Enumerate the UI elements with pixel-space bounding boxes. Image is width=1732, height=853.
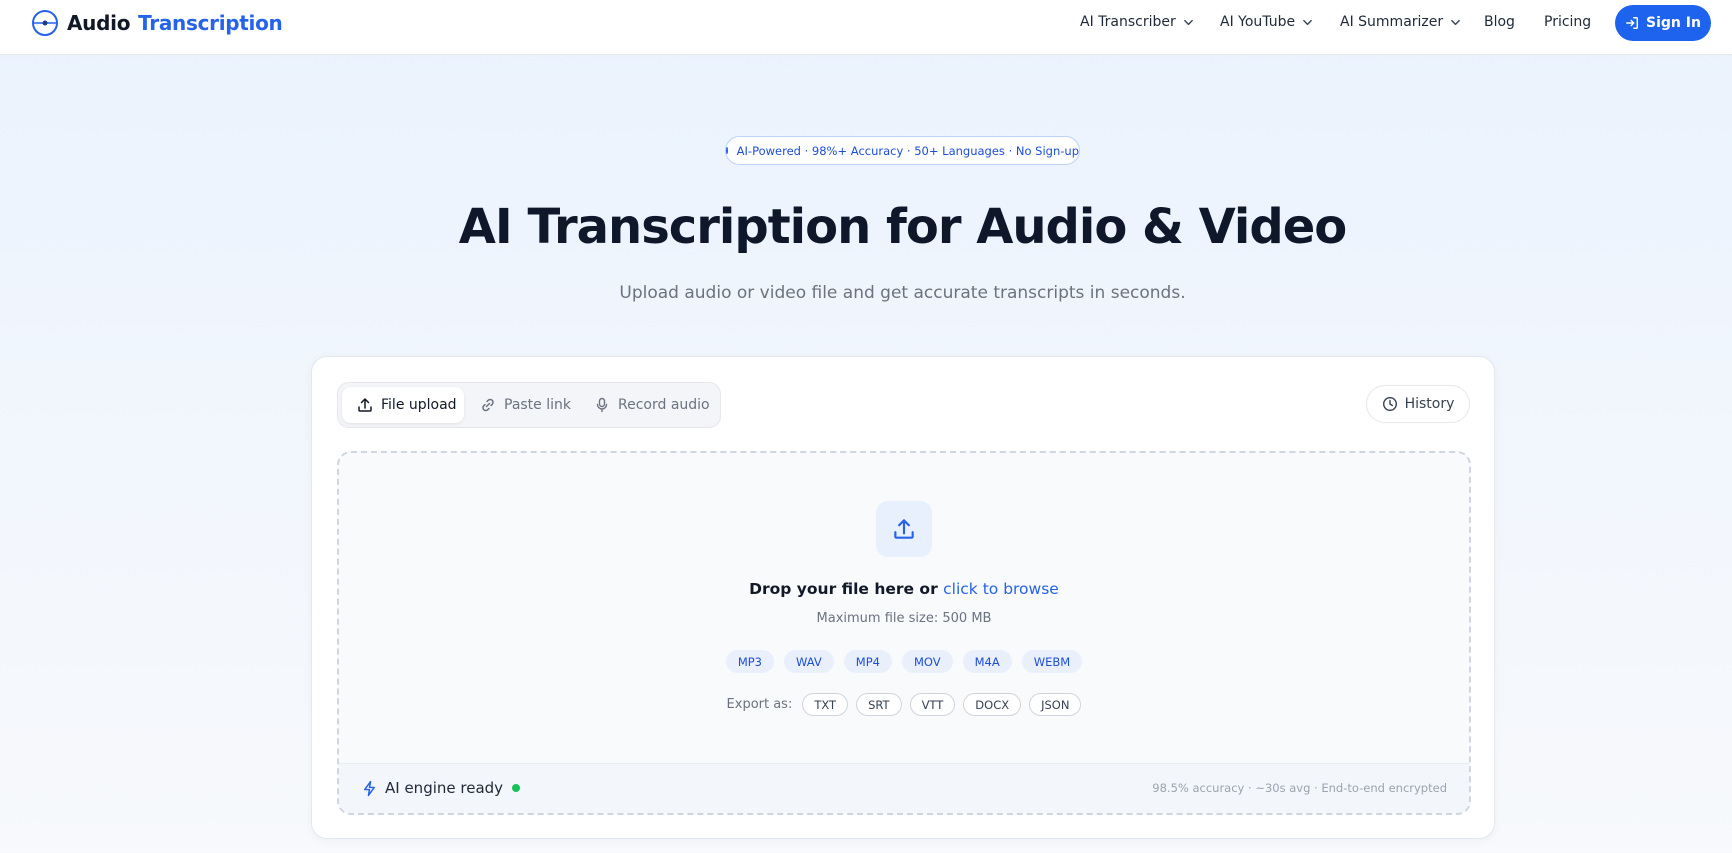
- ready-indicator: [512, 784, 521, 792]
- nav-ai-transcriber[interactable]: AI Transcriber: [1080, 12, 1194, 32]
- nav-label: Pricing: [1544, 14, 1592, 30]
- history-button[interactable]: History: [1366, 385, 1470, 423]
- drop-instructions: Drop your file here or click to browse: [339, 580, 1469, 598]
- microphone-icon: [594, 397, 618, 413]
- page-subtitle: Upload audio or video file and get accur…: [619, 283, 1186, 303]
- nav-blog[interactable]: Blog: [1484, 12, 1515, 32]
- nav-ai-youtube[interactable]: AI YouTube: [1220, 12, 1313, 32]
- logo-text-audio: Audio: [67, 11, 131, 35]
- format-tag: MP4: [843, 650, 892, 673]
- logo-text-transcription: Transcription: [138, 11, 283, 35]
- nav-label: AI Summarizer: [1340, 14, 1444, 30]
- export-label: Export as:: [726, 697, 793, 712]
- transcription-card: File upload Paste link Record audio Hist…: [311, 356, 1495, 839]
- export-tag: SRT: [856, 693, 902, 716]
- feature-badge: AI-Powered · 98%+ Accuracy · 50+ Languag…: [725, 136, 1080, 165]
- nav-pricing[interactable]: Pricing: [1544, 12, 1591, 32]
- nav-label: AI Transcriber: [1080, 14, 1176, 30]
- nav-label: AI YouTube: [1220, 14, 1296, 30]
- tab-record-audio[interactable]: Record audio: [594, 387, 710, 423]
- format-tag: M4A: [962, 650, 1012, 673]
- export-tag: JSON: [1029, 693, 1082, 716]
- export-tag: TXT: [802, 693, 849, 716]
- sign-in-button[interactable]: Sign In: [1615, 5, 1711, 41]
- input-mode-tabs: File upload Paste link Record audio: [337, 382, 721, 428]
- engine-label: AI engine ready: [385, 779, 504, 797]
- sign-in-label: Sign In: [1646, 15, 1701, 31]
- browse-link[interactable]: click to browse: [943, 580, 1059, 598]
- export-tag: DOCX: [963, 693, 1022, 716]
- clock-icon: [1382, 396, 1405, 412]
- status-bar: AI engine ready 98.5% accuracy · ~30s av…: [339, 763, 1469, 813]
- upload-button[interactable]: [876, 501, 932, 557]
- logo-icon: [31, 9, 59, 37]
- engine-status: AI engine ready: [361, 778, 521, 798]
- tab-file-upload[interactable]: File upload: [342, 387, 464, 423]
- login-icon: [1625, 16, 1646, 30]
- max-file-size: Maximum file size: 500 MB: [816, 611, 992, 626]
- format-tag: MOV: [901, 650, 953, 673]
- lightning-icon: [361, 780, 385, 797]
- nav-label: Blog: [1484, 14, 1515, 30]
- format-tag: WAV: [784, 650, 834, 673]
- tab-label: Record audio: [618, 397, 710, 413]
- file-dropzone[interactable]: Drop your file here or click to browse M…: [337, 451, 1471, 815]
- top-navbar: Audio Transcription AI Transcriber AI You…: [0, 0, 1732, 55]
- supported-formats: MP3 WAV MP4 MOV M4A WEBM: [339, 650, 1469, 673]
- drop-text: Drop your file here or: [749, 580, 938, 598]
- chevron-down-icon: [1295, 17, 1313, 28]
- badge-text: AI-Powered · 98%+ Accuracy · 50+ Languag…: [736, 143, 1079, 158]
- nav-ai-summarizer[interactable]: AI Summarizer: [1340, 12, 1461, 32]
- chevron-down-icon: [1176, 17, 1194, 28]
- format-tag: MP3: [725, 650, 775, 673]
- history-label: History: [1404, 396, 1455, 412]
- format-tag: WEBM: [1021, 650, 1083, 673]
- export-formats: Export as: TXT SRT VTT DOCX JSON: [339, 693, 1469, 716]
- export-tag: VTT: [909, 693, 956, 716]
- logo[interactable]: Audio Transcription: [31, 9, 283, 37]
- badge-dot: [726, 147, 728, 154]
- upload-icon: [357, 397, 381, 413]
- page-title: AI Transcription for Audio & Video: [458, 199, 1347, 255]
- link-icon: [480, 397, 504, 413]
- tab-label: File upload: [381, 397, 457, 413]
- engine-stats: 98.5% accuracy · ~30s avg · End-to-end e…: [1152, 781, 1447, 795]
- chevron-down-icon: [1443, 17, 1461, 28]
- tab-label: Paste link: [504, 397, 571, 413]
- tab-paste-link[interactable]: Paste link: [480, 387, 571, 423]
- upload-icon: [891, 516, 917, 542]
